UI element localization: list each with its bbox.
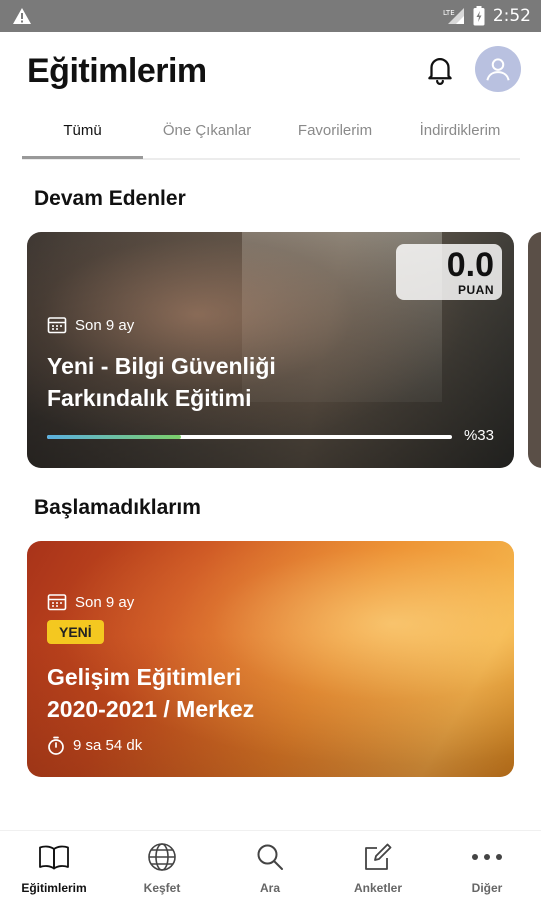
progress-percent: %33 [463,427,494,444]
period-text: Son 9 ay [75,316,135,334]
search-icon [257,844,283,870]
nav-label: Diğer [471,881,503,895]
next-card-peek[interactable] [528,232,541,468]
progress-bar-fill [47,435,181,439]
score-value: 0.0 [446,246,494,284]
calendar-icon [47,317,67,334]
edit-icon [365,843,392,870]
timer-icon [48,736,64,755]
user-icon [486,58,510,81]
nav-label: Eğitimlerim [21,881,87,895]
card-title-line-1: Yeni - Bilgi Güvenliği [47,353,276,379]
battery-icon [473,6,485,26]
nav-item-my-trainings[interactable]: Eğitimlerim [4,841,104,895]
card-title: Gelişim Eğitimleri 2020-2021 / Merkez [47,661,254,725]
globe-icon [148,843,176,871]
section-title-not-started: Başlamadıklarım [34,496,201,519]
card-period: Son 9 ay [47,593,134,611]
card-title-line-2: Farkındalık Eğitimi [47,385,252,411]
active-tab-indicator [22,156,143,159]
card-duration: 9 sa 54 dk [47,736,142,755]
tab-featured[interactable]: Öne Çıkanlar [143,122,271,139]
training-card-not-started[interactable]: Son 9 ay YENİ Gelişim Eğitimleri 2020-20… [27,541,514,777]
nav-label: Keşfet [143,881,181,895]
new-badge: YENİ [47,620,104,644]
card-title-line-1: Gelişim Eğitimleri [47,664,242,690]
training-card-in-progress[interactable]: 0.0 PUAN Son 9 ay Yeni - Bilgi Güvenliği… [27,232,514,468]
svg-text:LTE: LTE [443,9,455,17]
tab-favorites[interactable]: Favorilerim [279,122,391,139]
clock-time: 2:52 [492,6,531,26]
app-header: Eğitimlerim [0,32,541,112]
period-text: Son 9 ay [75,593,135,611]
bottom-navigation: Eğitimlerim Keşfet Ara Anketler Diğer [0,830,541,900]
book-icon [39,845,69,870]
status-bar: LTE 2:52 [0,0,541,32]
nav-item-search[interactable]: Ara [220,841,320,895]
nav-label: Ara [259,881,280,895]
card-period: Son 9 ay [47,316,134,334]
card-title-line-2: 2020-2021 / Merkez [47,696,255,722]
signal-lte-icon: LTE [443,8,464,24]
bell-icon[interactable] [423,52,457,86]
section-title-in-progress: Devam Edenler [34,187,186,210]
nav-item-more[interactable]: Diğer [437,841,537,895]
page-title: Eğitimlerim [27,52,207,90]
warning-icon [13,8,31,24]
nav-item-explore[interactable]: Keşfet [112,841,212,895]
progress-bar [47,435,452,439]
duration-text: 9 sa 54 dk [73,737,143,754]
tab-downloads[interactable]: İndirdiklerim [400,122,520,139]
card-title: Yeni - Bilgi Güvenliği Farkındalık Eğiti… [47,350,276,414]
avatar[interactable] [475,46,521,92]
score-label: PUAN [457,283,494,297]
nav-item-surveys[interactable]: Anketler [328,841,428,895]
calendar-icon [47,594,67,611]
more-icon [472,854,502,860]
tab-bar: Tümü Öne Çıkanlar Favorilerim İndirdikle… [22,112,520,160]
nav-label: Anketler [353,881,403,895]
tab-all[interactable]: Tümü [22,122,143,139]
score-box: 0.0 PUAN [396,244,502,300]
